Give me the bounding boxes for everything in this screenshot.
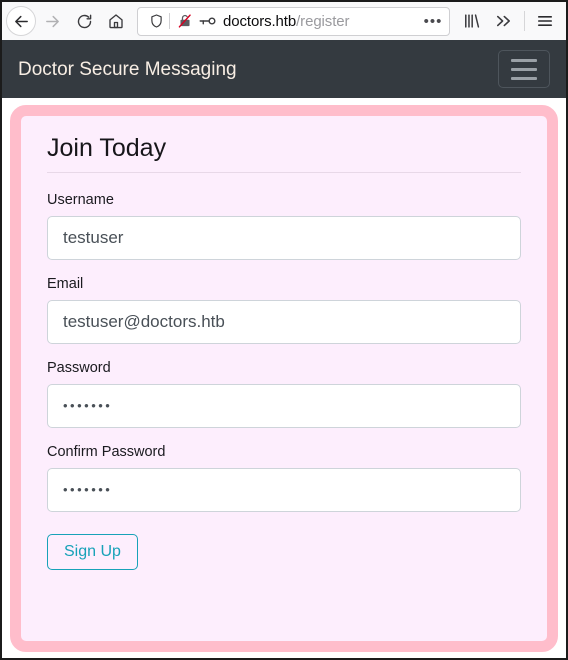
overflow-menu-button[interactable] [488,6,520,36]
page-actions-button[interactable]: ••• [419,9,447,34]
username-label: Username [47,191,114,208]
password-label: Password [47,359,111,376]
broken-padlock-icon[interactable] [174,10,196,32]
url-text[interactable]: doctors.htb/register [223,13,419,30]
app-menu-button[interactable] [529,6,561,36]
shield-icon[interactable] [145,10,167,32]
navbar-brand[interactable]: Doctor Secure Messaging [18,60,237,79]
home-button[interactable] [100,6,132,36]
email-label: Email [47,275,84,292]
forward-arrow-icon [44,13,61,30]
back-button[interactable] [6,6,36,36]
toolbar-separator [524,11,525,31]
double-chevron-right-icon [495,13,513,29]
registration-card: Join Today Username Email Password [10,105,558,652]
toggler-bar-icon [511,58,537,62]
email-input[interactable] [47,299,521,344]
url-host: doctors.htb [223,12,297,30]
page-viewport: Doctor Secure Messaging Join Today Usern… [2,40,566,658]
form-group-email: Email [47,275,521,344]
confirm-password-label: Confirm Password [47,443,166,460]
password-input[interactable] [47,383,521,428]
content-area: Join Today Username Email Password [2,98,566,658]
heading-divider [47,171,521,173]
home-icon [107,12,125,30]
identity-separator [169,13,170,29]
toggler-bar-icon [511,76,537,80]
key-icon[interactable] [196,10,218,32]
library-button[interactable] [456,6,488,36]
form-group-confirm-password: Confirm Password [47,443,521,512]
form-group-password: Password [47,359,521,428]
ellipsis-icon: ••• [423,12,443,30]
reload-icon [76,13,93,30]
toggler-bar-icon [511,67,537,71]
username-input[interactable] [47,215,521,260]
navbar-toggler-button[interactable] [498,50,550,88]
hamburger-menu-icon [536,13,554,29]
address-bar[interactable]: doctors.htb/register ••• [137,6,450,36]
site-navbar: Doctor Secure Messaging [2,40,566,98]
confirm-password-input[interactable] [47,467,521,512]
library-icon [463,13,481,29]
form-group-username: Username [47,191,521,260]
back-arrow-icon [13,13,30,30]
page-title: Join Today [47,134,167,162]
reload-button[interactable] [68,6,100,36]
identity-box [145,10,218,32]
url-path: /register [296,12,350,30]
browser-window: doctors.htb/register ••• Doctor Secure M… [0,0,568,660]
registration-form: Username Email Password Confirm Password [47,191,521,570]
sign-up-button[interactable]: Sign Up [47,533,138,570]
forward-button[interactable] [36,6,68,36]
browser-toolbar: doctors.htb/register ••• [2,2,566,40]
toolbar-right-group [456,6,561,36]
